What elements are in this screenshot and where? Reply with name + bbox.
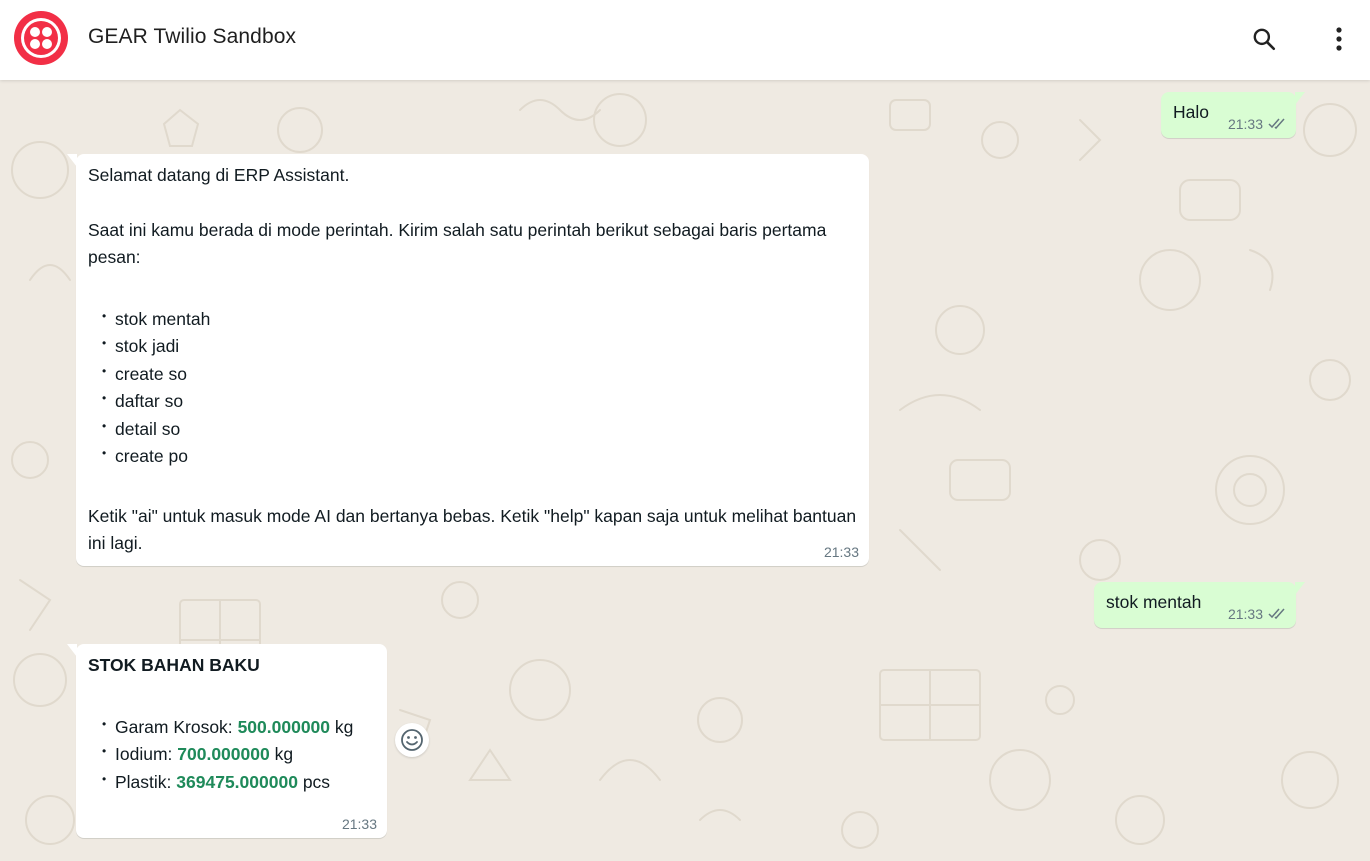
command-label: create so — [115, 363, 187, 384]
incoming-message[interactable]: STOK BAHAN BAKU • Garam Krosok: 500.0000… — [67, 644, 387, 838]
chat-area[interactable]: Halo 21:33 Selamat datang di ERP Assista… — [0, 80, 1370, 861]
message-text: stok mentah — [1106, 592, 1202, 612]
message-meta: 21:33 — [1228, 606, 1286, 622]
outgoing-message[interactable]: Halo 21:33 — [1161, 92, 1305, 138]
list-item: • Plastik: 369475.000000 pcs — [102, 771, 331, 792]
message-time: 21:33 — [1227, 606, 1263, 622]
list-item: • daftar so — [88, 388, 863, 416]
bubble-tail — [67, 154, 77, 167]
instruction-text: Saat ini kamu berada di mode perintah. K… — [88, 219, 827, 268]
message-meta: 21:33 — [824, 544, 859, 560]
item-unit: pcs — [302, 771, 331, 792]
more-options-button[interactable] — [1320, 20, 1358, 58]
message-meta: 21:33 — [1228, 116, 1286, 132]
item-name: Iodium: — [115, 744, 173, 764]
outgoing-message[interactable]: stok mentah 21:33 — [1094, 582, 1305, 628]
react-button[interactable] — [395, 723, 429, 757]
message-text: Halo — [1173, 102, 1209, 122]
command-list: • stok mentah • stok jadi • create so • daft… — [88, 306, 863, 471]
message-time: 21:33 — [1227, 116, 1263, 132]
message-meta: 21:33 — [342, 816, 377, 832]
message-time: 21:33 — [823, 544, 859, 560]
bubble-tail — [67, 644, 77, 657]
stock-list: • Garam Krosok: 500.000000 kg • Iodium: … — [88, 714, 383, 797]
search-button[interactable] — [1245, 20, 1283, 58]
item-name: Garam Krosok: — [115, 716, 233, 737]
bubble-tail — [1295, 582, 1305, 595]
bubble-tail — [1295, 92, 1305, 105]
welcome-text: Selamat datang di ERP Assistant. — [88, 165, 350, 185]
twilio-logo-avatar[interactable] — [14, 11, 68, 65]
item-value: 369475.000000 — [176, 771, 298, 792]
item-unit: kg — [334, 716, 354, 737]
help-text: Ketik "ai" untuk masuk mode AI dan berta… — [88, 505, 857, 554]
incoming-message[interactable]: Selamat datang di ERP Assistant. Saat in… — [67, 154, 869, 566]
item-name: Plastik: — [115, 771, 172, 792]
search-icon — [1253, 28, 1276, 51]
command-label: stok mentah — [115, 308, 211, 329]
chat-header: GEAR Twilio Sandbox — [0, 0, 1370, 80]
list-item: • stok mentah — [88, 306, 863, 334]
list-item: • Iodium: 700.000000 kg — [102, 744, 294, 764]
command-label: daftar so — [115, 391, 184, 411]
command-label: detail so — [115, 418, 181, 439]
item-unit: kg — [274, 744, 294, 764]
list-item: • detail so — [88, 416, 863, 444]
item-value: 500.000000 — [237, 716, 331, 737]
double-check-icon — [1268, 118, 1285, 130]
report-title: STOK BAHAN BAKU — [88, 655, 260, 675]
list-item: • stok jadi — [88, 333, 863, 361]
message-time: 21:33 — [341, 816, 377, 832]
list-item: • create so — [88, 361, 863, 389]
list-item: • Garam Krosok: 500.000000 kg — [102, 716, 354, 737]
item-value: 700.000000 — [177, 744, 270, 764]
emoji-smile-icon — [401, 729, 423, 751]
chat-title[interactable]: GEAR Twilio Sandbox — [88, 25, 296, 49]
more-vertical-icon — [1336, 27, 1342, 51]
command-label: stok jadi — [115, 336, 180, 356]
command-label: create po — [115, 446, 188, 466]
list-item: • create po — [88, 443, 863, 471]
double-check-icon — [1268, 608, 1285, 620]
